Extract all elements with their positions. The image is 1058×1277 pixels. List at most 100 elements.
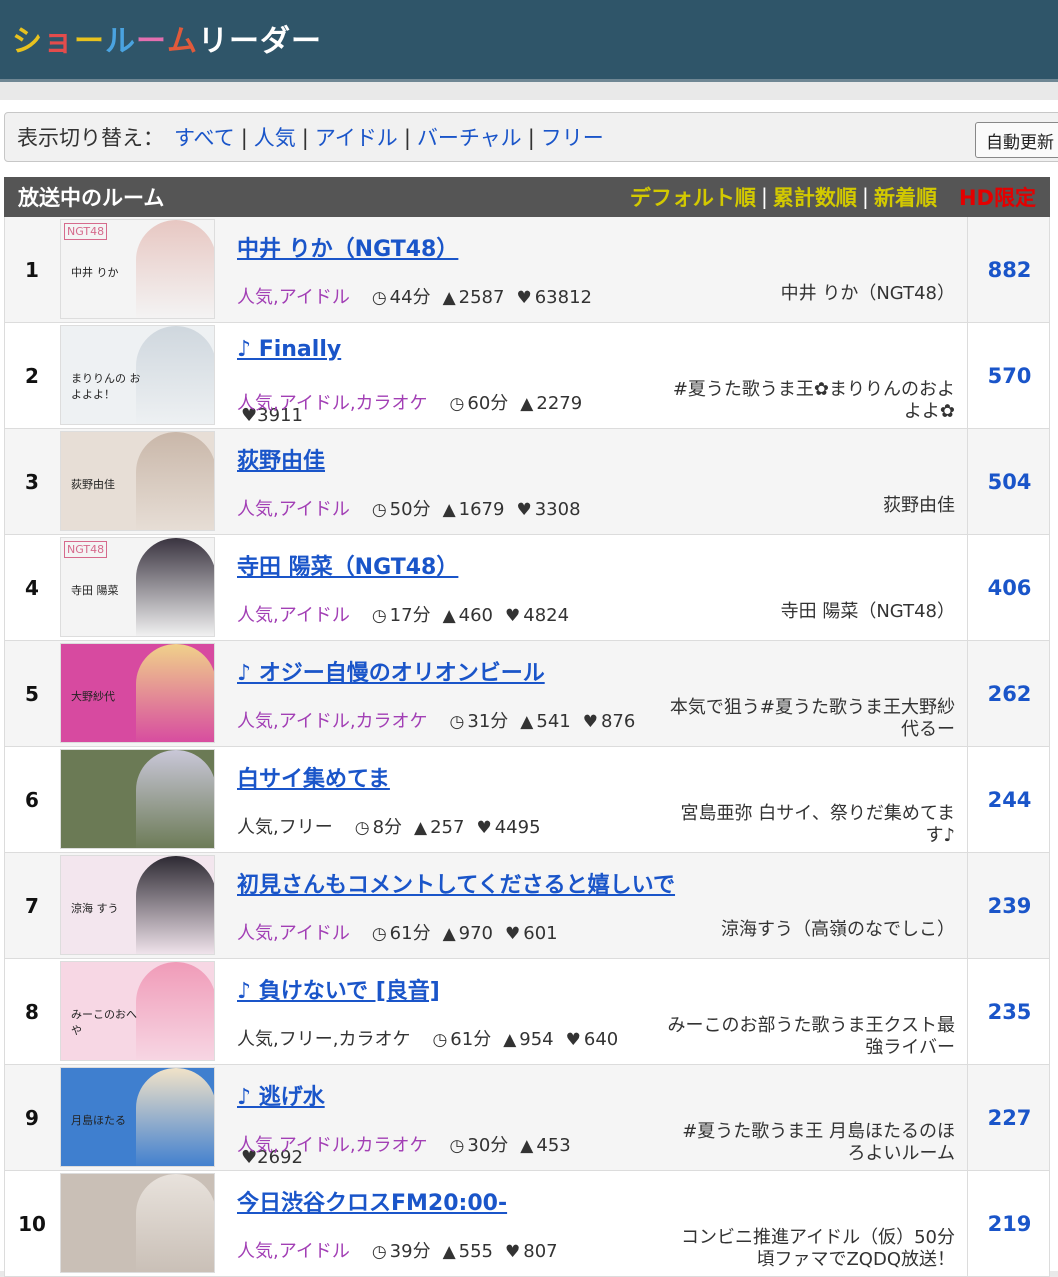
room-title-link[interactable]: 荻野由佳	[237, 443, 325, 475]
link-separator: |	[527, 126, 535, 150]
room-meta: 人気,フリー,カラオケ ◷ 61分 ▲ 954 ♥ 640	[237, 1025, 618, 1051]
room-title-link[interactable]: ♪ オジー自慢のオリオンビール	[237, 655, 545, 687]
genre-tags[interactable]: 人気,フリー	[237, 817, 333, 838]
thumbnail-photo	[136, 432, 214, 530]
room-list-header: 放送中のルーム デフォルト順 | 累計数順 | 新着順 HD限定	[4, 177, 1050, 217]
elapsed-time: ◷ 17分	[372, 605, 431, 626]
genre-tags[interactable]: 人気,アイドル,カラオケ	[237, 711, 428, 732]
room-thumbnail[interactable]: 荻野由佳	[60, 431, 215, 531]
genre-tags[interactable]: 人気,アイドル	[237, 605, 350, 626]
auto-update-button[interactable]: 自動更新	[975, 122, 1058, 158]
room-owner: 中井 りか（NGT48）	[780, 283, 955, 304]
genre-tags[interactable]: 人気,アイドル	[237, 287, 350, 308]
room-meta: 人気,アイドル ◷ 61分 ▲ 970 ♥ 601	[237, 919, 558, 945]
rank-number: 5	[25, 681, 39, 706]
rank-number: 4	[25, 575, 39, 600]
genre-tags[interactable]: 人気,フリー,カラオケ	[237, 1029, 410, 1050]
heart-count-value: 63812	[534, 287, 592, 308]
room-row[interactable]: 4 NGT48 寺田 陽菜 寺田 陽菜（NGT48） 人気,アイドル ◷ 17分 ▲ 460 ♥ 4…	[4, 535, 1050, 641]
thumbnail-photo	[136, 962, 214, 1060]
room-row[interactable]: 5 大野紗代 ♪ オジー自慢のオリオンビール人気,アイドル,カラオケ ◷ 31分 ▲ 541…	[4, 641, 1050, 747]
heart-count-value: 601	[523, 923, 558, 944]
room-thumbnail[interactable]: NGT48 中井 りか	[60, 219, 215, 319]
room-thumbnail[interactable]: みーこのおへや	[60, 961, 215, 1061]
clock-icon: ◷	[432, 1030, 448, 1050]
genre-tags[interactable]: 人気,アイドル,カラオケ	[237, 1135, 428, 1156]
main-content: 表示切り替え： すべて | 人気 | アイドル | バーチャル | フリー 自動更新 放送中のル…	[0, 100, 1058, 1277]
viewer-count: ▲ 2587	[443, 287, 505, 308]
filter-link[interactable]: すべて	[174, 126, 235, 150]
thumbnail-caption: まりりんの およよよ！	[71, 372, 141, 401]
room-title-link[interactable]: 中井 りか（NGT48）	[237, 231, 458, 263]
site-logo[interactable]: ショールーム リーダー	[12, 16, 322, 60]
sort-link[interactable]: 累計数順	[773, 182, 857, 212]
room-row[interactable]: 2 まりりんの およよよ！ ♪ Finally ♥3911 人気,アイドル,カラオケ ◷ 6…	[4, 323, 1050, 429]
room-thumbnail[interactable]: 涼海 すう	[60, 855, 215, 955]
genre-tags[interactable]: 人気,アイドル,カラオケ	[237, 393, 428, 414]
filter-bar: 表示切り替え： すべて | 人気 | アイドル | バーチャル | フリー 自動更新	[4, 112, 1058, 162]
sort-links: デフォルト順 | 累計数順 | 新着順 HD限定	[630, 182, 1036, 212]
ngt-logo: NGT48	[64, 223, 108, 240]
filter-link[interactable]: フリー	[541, 126, 604, 150]
link-separator: |	[403, 126, 411, 150]
room-thumbnail[interactable]: 月島ほたる	[60, 1067, 215, 1167]
heart-count: ♥ 63812	[516, 287, 592, 308]
room-title-link[interactable]: 寺田 陽菜（NGT48）	[237, 549, 458, 581]
room-meta: 人気,アイドル,カラオケ ◷ 60分 ▲ 2279	[237, 389, 582, 415]
heart-icon: ♥	[516, 288, 532, 308]
heart-count: ♥ 601	[505, 923, 558, 944]
room-owner: みーこのお部うた歌うま王クスト最強ライバー	[667, 1015, 955, 1058]
genre-tags[interactable]: 人気,アイドル	[237, 499, 350, 520]
heart-count: ♥ 4495	[476, 817, 540, 838]
room-meta: 人気,アイドル ◷ 39分 ▲ 555 ♥ 807	[237, 1237, 558, 1263]
room-owner: コンビニ推進アイドル（仮）50分頃ファマでZQDQ放送！	[680, 1227, 955, 1270]
room-row[interactable]: 1 NGT48 中井 りか 中井 りか（NGT48） 人気,アイドル ◷ 44分 ▲ 2587 ♥…	[4, 217, 1050, 323]
room-row[interactable]: 7 涼海 すう 初見さんもコメントしてくださると嬉しいで 人気,アイドル ◷ 61分 ▲ 97…	[4, 853, 1050, 959]
link-separator: |	[240, 126, 248, 150]
room-meta: 人気,アイドル,カラオケ ◷ 31分 ▲ 541 ♥ 876	[237, 707, 635, 733]
room-thumbnail[interactable]: 大野紗代	[60, 643, 215, 743]
filter-link[interactable]: 人気	[254, 126, 296, 150]
sort-link[interactable]: デフォルト順	[630, 182, 756, 212]
hd-filter-link[interactable]: HD限定	[959, 182, 1036, 212]
thumbnail-caption: 月島ほたる	[71, 1114, 126, 1127]
elapsed-time: ◷ 31分	[450, 711, 509, 732]
thumbnail-caption: みーこのおへや	[71, 1008, 137, 1037]
heart-icon: ♥	[505, 606, 521, 626]
room-row[interactable]: 10 今日渋谷クロスFM20:00- 人気,アイドル ◷ 39分 ▲ 555 ♥ 807 コンビニ…	[4, 1171, 1050, 1277]
genre-tags[interactable]: 人気,アイドル	[237, 923, 350, 944]
viewer-count-value: 1679	[458, 499, 505, 520]
elapsed-time-value: 39分	[389, 1241, 431, 1262]
room-row[interactable]: 6 白サイ集めてま 人気,フリー ◷ 8分 ▲ 257 ♥ 4495 宮島亜弥 白サイ、祭りだ集め…	[4, 747, 1050, 853]
viewer-count: ▲ 954	[503, 1029, 553, 1050]
room-thumbnail[interactable]: まりりんの およよよ！	[60, 325, 215, 425]
room-info: ♪ Finally ♥3911 人気,アイドル,カラオケ ◷ 60分 ▲ 2279 #夏うた歌…	[237, 323, 967, 428]
room-meta: 人気,アイドル ◷ 17分 ▲ 460 ♥ 4824	[237, 601, 569, 627]
room-row[interactable]: 9 月島ほたる ♪ 逃げ水 ♥2692 人気,アイドル,カラオケ ◷ 30分 ▲ 453 #夏うた…	[4, 1065, 1050, 1171]
viewer-count: ▲ 555	[443, 1241, 493, 1262]
thumbnail-photo	[136, 538, 214, 636]
room-thumbnail[interactable]: NGT48 寺田 陽菜	[60, 537, 215, 637]
room-row[interactable]: 3 荻野由佳 荻野由佳 人気,アイドル ◷ 50分 ▲ 1679 ♥ 3308 荻野由佳 504	[4, 429, 1050, 535]
room-title-link[interactable]: ♪ 逃げ水	[237, 1079, 325, 1111]
thumbnail-photo	[136, 644, 214, 742]
ngt-logo: NGT48	[64, 541, 108, 558]
logo-char: ル	[105, 24, 136, 59]
viewer-count: ▲ 541	[520, 711, 570, 732]
room-thumbnail[interactable]	[60, 749, 215, 849]
filter-link[interactable]: バーチャル	[417, 126, 522, 150]
room-title-link[interactable]: 今日渋谷クロスFM20:00-	[237, 1185, 507, 1217]
room-thumbnail[interactable]	[60, 1173, 215, 1273]
room-title-link[interactable]: 白サイ集めてま	[237, 761, 390, 793]
genre-tags[interactable]: 人気,アイドル	[237, 1241, 350, 1262]
filter-link[interactable]: アイドル	[315, 126, 398, 150]
viewer-count-value: 2279	[536, 393, 583, 414]
room-row[interactable]: 8 みーこのおへや ♪ 負けないで [良音] 人気,フリー,カラオケ ◷ 61分 ▲ 954 ♥…	[4, 959, 1050, 1065]
sort-link[interactable]: 新着順	[874, 182, 937, 212]
rank-number: 9	[25, 1105, 39, 1130]
room-title-link[interactable]: ♪ 負けないで [良音]	[237, 973, 440, 1005]
thumbnail-photo	[136, 1174, 214, 1272]
room-title-link[interactable]: ♪ Finally	[237, 337, 341, 362]
room-title-link[interactable]: 初見さんもコメントしてくださると嬉しいで	[237, 867, 675, 899]
heart-count: ♥ 640	[566, 1029, 619, 1050]
